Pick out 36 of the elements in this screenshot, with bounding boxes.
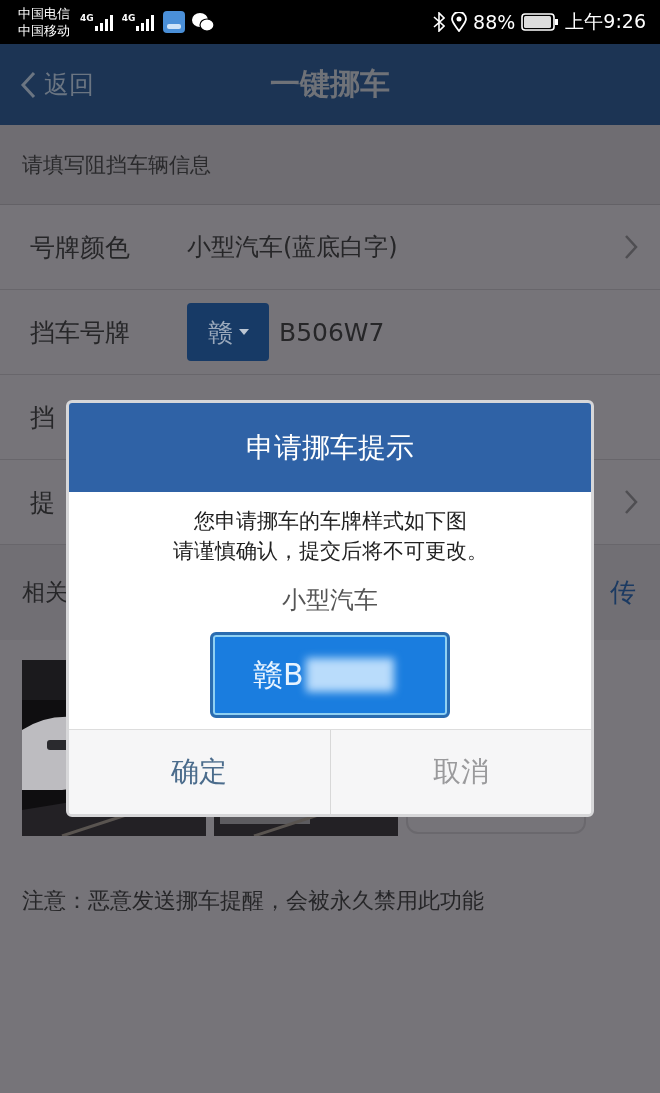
province-dropdown[interactable]: 赣 xyxy=(187,303,269,361)
chat-icon xyxy=(191,12,216,32)
field-label: 挡 xyxy=(30,401,56,434)
notice-text: 注意：恶意发送挪车提醒，会被永久禁用此功能 xyxy=(22,887,485,915)
battery-icon xyxy=(521,13,560,31)
back-icon xyxy=(20,70,36,99)
battery-percent: 88% xyxy=(473,11,516,33)
carrier-name: 中国移动 xyxy=(18,22,70,39)
network-label: 4G xyxy=(121,13,136,23)
page-title: 一键挪车 xyxy=(270,65,390,103)
back-button[interactable]: 返回 xyxy=(20,68,94,101)
upload-link[interactable]: 传 xyxy=(610,575,636,610)
signal-icon xyxy=(93,13,116,31)
field-value: 小型汽车(蓝底白字) xyxy=(187,232,398,263)
plate-text: 赣B xyxy=(253,655,304,694)
field-label: 挡车号牌 xyxy=(30,316,131,349)
dialog-message: 您申请挪车的车牌样式如下图 xyxy=(193,508,467,535)
app-icon xyxy=(163,11,186,33)
bluetooth-icon xyxy=(433,12,446,32)
plate-number-field[interactable]: B506W7 xyxy=(279,317,385,347)
plate-type: 小型汽车 xyxy=(282,585,378,616)
dialog-title: 申请挪车提示 xyxy=(246,429,414,466)
field-label: 号牌颜色 xyxy=(30,231,131,264)
dialog-button[interactable]: 取消 xyxy=(329,730,591,814)
clock: 上午9:26 xyxy=(565,9,646,34)
field-label: 提 xyxy=(30,486,56,519)
dialog-button[interactable]: 确定 xyxy=(69,730,330,814)
carrier-name: 中国电信 xyxy=(18,5,70,22)
chevron-icon[interactable] xyxy=(624,234,638,260)
dialog-message: 请谨慎确认，提交后将不可更改。 xyxy=(172,538,488,565)
chevron-icon[interactable] xyxy=(624,489,638,515)
section-label: 相关 xyxy=(22,578,68,607)
network-label: 4G xyxy=(80,13,94,23)
section-title: 请填写阻挡车辆信息 xyxy=(22,151,211,179)
caret-icon xyxy=(238,329,249,335)
location-icon xyxy=(451,12,468,32)
